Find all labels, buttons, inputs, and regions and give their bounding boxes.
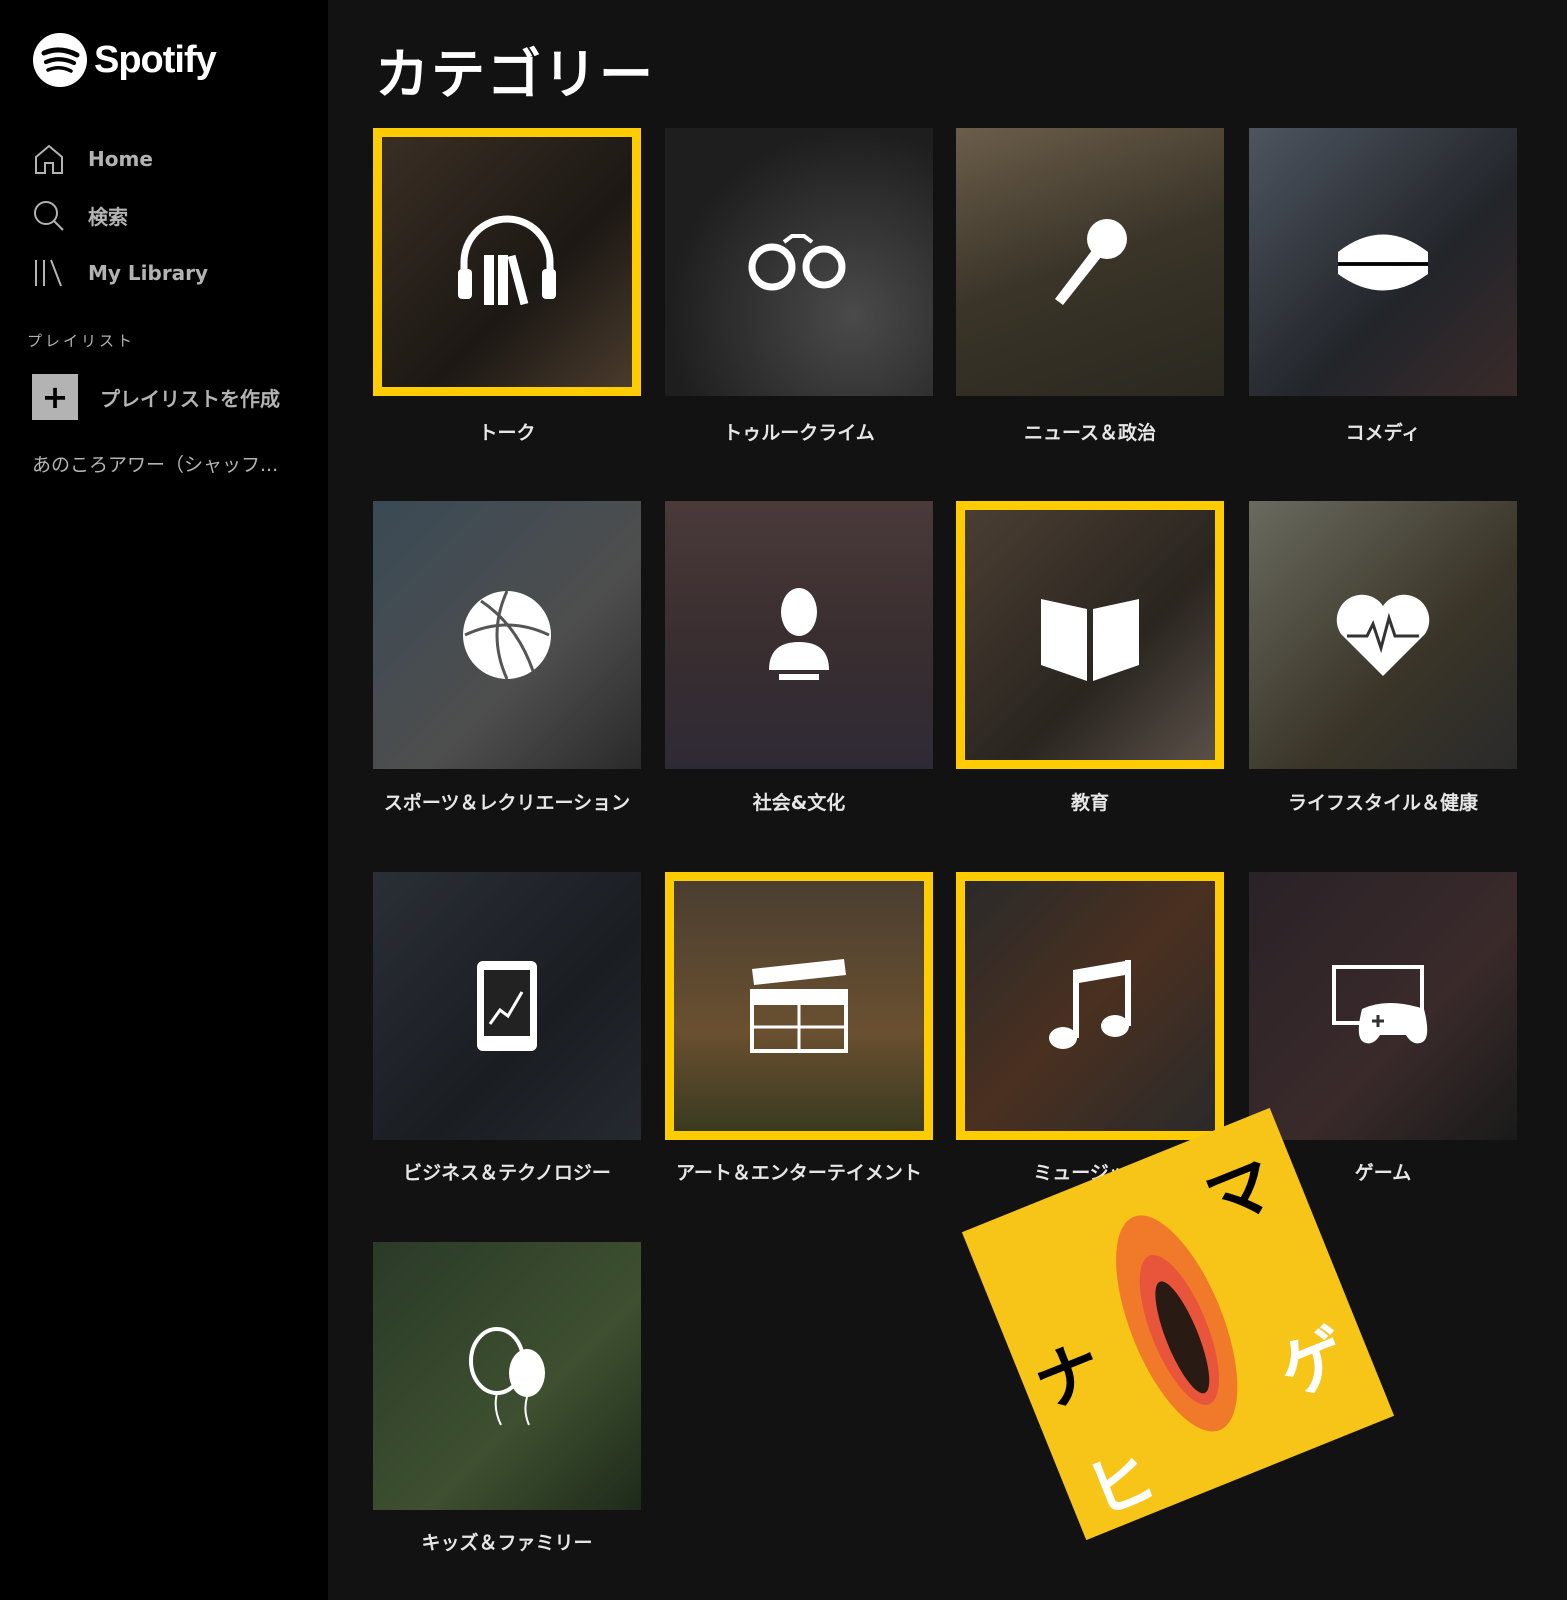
nav-search-label: 検索	[88, 205, 128, 229]
category-tile-comedy[interactable]	[1249, 128, 1517, 396]
nav-library-label: My Library	[88, 260, 209, 285]
balloons-icon	[469, 1327, 545, 1426]
category-label: 教育	[1070, 792, 1109, 814]
category-label: ライフスタイル＆健康	[1287, 792, 1478, 814]
spotify-logo[interactable]: Spotify	[32, 32, 217, 88]
page-title: カテゴリー	[375, 43, 655, 106]
game-controller-icon	[1332, 965, 1428, 1044]
category-label: ニュース＆政治	[1023, 422, 1157, 444]
category-label: 社会&文化	[752, 792, 846, 814]
bust-icon	[769, 588, 829, 680]
search-icon	[34, 200, 64, 231]
library-icon	[35, 259, 62, 286]
category-tile-arts-entertainment[interactable]	[665, 872, 933, 1140]
main-nav: Home 検索 My Library	[32, 130, 208, 301]
sidebar: Spotify Home 検索 My Library プレイリスト + プレイリ…	[0, 0, 328, 1600]
category-tile-kids-family[interactable]	[373, 1242, 641, 1510]
tablet-chart-icon	[477, 961, 537, 1051]
category-tile-business-tech[interactable]	[373, 872, 641, 1140]
open-book-icon	[1041, 599, 1139, 681]
category-label: トゥルークライム	[723, 422, 875, 444]
plus-icon: +	[32, 374, 78, 420]
podcast-char: ナ	[1023, 1328, 1114, 1425]
category-tile-talk[interactable]	[373, 128, 641, 396]
category-label: アート＆エンターテイメント	[676, 1162, 922, 1184]
create-playlist-button[interactable]: + プレイリストを作成	[32, 374, 280, 420]
category-label: トーク	[478, 422, 536, 444]
headphones-books-icon	[458, 215, 556, 306]
podcast-char: ヒ	[1075, 1436, 1167, 1533]
category-label: ビジネス＆テクノロジー	[403, 1162, 611, 1184]
home-icon	[35, 144, 63, 174]
category-tile-sports[interactable]	[373, 501, 641, 769]
category-tile-society-culture[interactable]	[665, 501, 933, 769]
handcuffs-icon	[748, 234, 846, 291]
clapperboard-icon	[750, 959, 848, 1053]
podcast-char: ゲ	[1268, 1315, 1359, 1412]
category-label: スポーツ＆レクリエーション	[383, 792, 631, 814]
category-tile-education[interactable]	[956, 501, 1224, 769]
heartbeat-icon	[1336, 594, 1430, 676]
microphone-icon	[1055, 219, 1127, 305]
nav-home[interactable]: Home	[32, 130, 208, 187]
category-label: コメディ	[1345, 422, 1421, 444]
nav-home-label: Home	[88, 146, 153, 171]
create-playlist-label: プレイリストを作成	[100, 386, 280, 411]
category-tile-news-politics[interactable]	[956, 128, 1224, 396]
category-tile-lifestyle-health[interactable]	[1249, 501, 1517, 769]
music-note-icon	[1049, 960, 1131, 1049]
nav-library[interactable]: My Library	[32, 244, 208, 301]
spotify-logo-icon	[33, 33, 87, 87]
podcast-char: マ	[1195, 1144, 1286, 1241]
basketball-icon	[463, 590, 551, 680]
brand-name: Spotify	[94, 38, 217, 81]
nav-search[interactable]: 検索	[32, 187, 208, 244]
category-tile-music[interactable]	[956, 872, 1224, 1140]
category-label: キッズ＆ファミリー	[421, 1532, 593, 1554]
chattering-teeth-icon	[1338, 234, 1428, 291]
playlists-heading: プレイリスト	[27, 332, 136, 350]
category-tile-true-crime[interactable]	[665, 128, 933, 396]
category-tile-games[interactable]	[1249, 872, 1517, 1140]
playlist-item[interactable]: あのころアワー（シャッフ...	[32, 450, 302, 477]
